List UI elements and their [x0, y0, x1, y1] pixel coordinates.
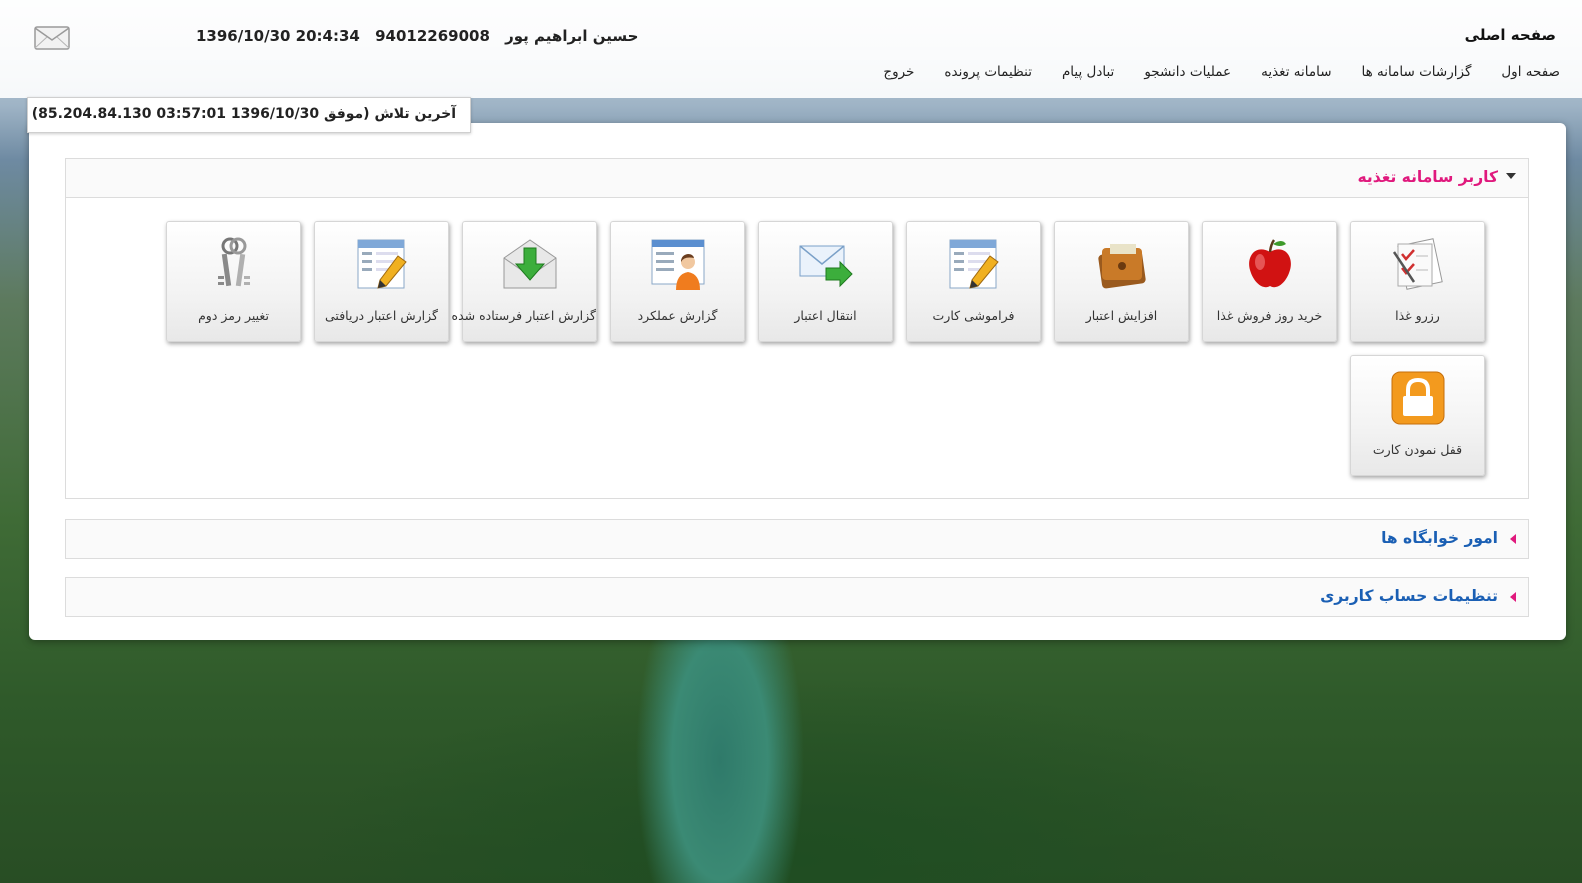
apple-icon — [1249, 239, 1291, 288]
edit-form-icon — [357, 239, 407, 289]
envelope-download-icon — [503, 239, 557, 289]
nav-messages[interactable]: تبادل پیام — [1062, 64, 1114, 80]
last-login-text: آخرین تلاش (موفق 1396/10/30 03:57:01 85.… — [31, 106, 456, 122]
tile-performance-report[interactable]: گزارش عملکرد — [610, 221, 745, 342]
last-login-attempt: آخرین تلاش (موفق 1396/10/30 03:57:01 85.… — [27, 97, 471, 133]
nav-profile-settings[interactable]: تنظیمات پرونده — [944, 64, 1032, 80]
tile-reserve-food[interactable]: رزرو غذا — [1350, 221, 1485, 342]
caret-down-icon — [1506, 173, 1516, 179]
main-nav: صفحه اول گزارشات سامانه ها سامانه تغذیه … — [853, 64, 1560, 80]
nav-nutrition[interactable]: سامانه تغذیه — [1261, 64, 1331, 80]
nav-logout[interactable]: خروج — [883, 64, 914, 80]
tile-forgot-card[interactable]: فراموشی کارت — [906, 221, 1041, 342]
tile-lock-card[interactable]: قفل نمودن کارت — [1350, 355, 1485, 476]
student-id: 94012269008 — [375, 27, 490, 45]
tile-label: خرید روز فروش غذا — [1216, 308, 1323, 323]
section-header-account[interactable]: تنظیمات حساب کاربری — [66, 578, 1528, 616]
datetime: 1396/10/30 20:4:34 — [196, 27, 360, 45]
caret-left-icon — [1510, 592, 1516, 602]
user-name: حسین ابراهیم پور — [505, 27, 639, 45]
nav-student-ops[interactable]: عملیات دانشجو — [1144, 64, 1231, 80]
main-panel: کاربر سامانه تغذیه رزرو غذا خرید روز فرو… — [29, 123, 1566, 640]
section-header-nutrition[interactable]: کاربر سامانه تغذیه — [66, 159, 1528, 198]
mail-forward-icon — [799, 245, 853, 288]
lock-icon — [1391, 371, 1445, 425]
nav-home[interactable]: صفحه اول — [1501, 64, 1560, 80]
header: صفحه اصلی 1396/10/30 20:4:34 94012269008… — [0, 0, 1582, 98]
section-dormitory: امور خوابگاه ها — [65, 519, 1529, 559]
tile-label: گزارش اعتبار دریافتی — [325, 308, 438, 323]
tile-label: افزایش اعتبار — [1085, 308, 1158, 323]
section-title-dormitory: امور خوابگاه ها — [1381, 529, 1498, 547]
caret-left-icon — [1510, 534, 1516, 544]
tile-increase-credit[interactable]: افزایش اعتبار — [1054, 221, 1189, 342]
checklist-icon — [1392, 238, 1443, 290]
tile-label: انتقال اعتبار — [794, 308, 857, 323]
user-info: 1396/10/30 20:4:34 94012269008 حسین ابرا… — [196, 27, 649, 45]
tile-sent-credit-report[interactable]: گزارش اعتبار فرستاده شده — [451, 221, 597, 342]
page-title: صفحه اصلی — [1464, 26, 1556, 44]
tile-label: فراموشی کارت — [932, 308, 1015, 323]
user-report-icon — [651, 239, 705, 290]
tile-label: گزارش عملکرد — [637, 308, 718, 323]
tile-label: تغییر رمز دوم — [198, 308, 269, 323]
edit-form-icon — [949, 239, 999, 289]
tile-buy-same-day-food[interactable]: خرید روز فروش غذا — [1202, 221, 1337, 342]
section-title-nutrition: کاربر سامانه تغذیه — [1357, 168, 1498, 186]
tile-label: قفل نمودن کارت — [1372, 442, 1463, 457]
nav-system-reports[interactable]: گزارشات سامانه ها — [1362, 64, 1472, 80]
envelope-icon[interactable] — [34, 26, 70, 50]
tile-transfer-credit[interactable]: انتقال اعتبار — [758, 221, 893, 342]
section-nutrition-user: کاربر سامانه تغذیه رزرو غذا خرید روز فرو… — [65, 158, 1529, 499]
keys-icon — [218, 237, 250, 287]
section-title-account: تنظیمات حساب کاربری — [1320, 587, 1498, 605]
tile-change-second-password[interactable]: تغییر رمز دوم — [166, 221, 301, 342]
section-header-dormitory[interactable]: امور خوابگاه ها — [66, 520, 1528, 558]
wallet-icon — [1098, 244, 1146, 289]
tile-label: رزرو غذا — [1395, 308, 1440, 323]
tile-label: گزارش اعتبار فرستاده شده — [451, 308, 596, 323]
section-account-settings: تنظیمات حساب کاربری — [65, 577, 1529, 617]
tile-received-credit-report[interactable]: گزارش اعتبار دریافتی — [314, 221, 449, 342]
